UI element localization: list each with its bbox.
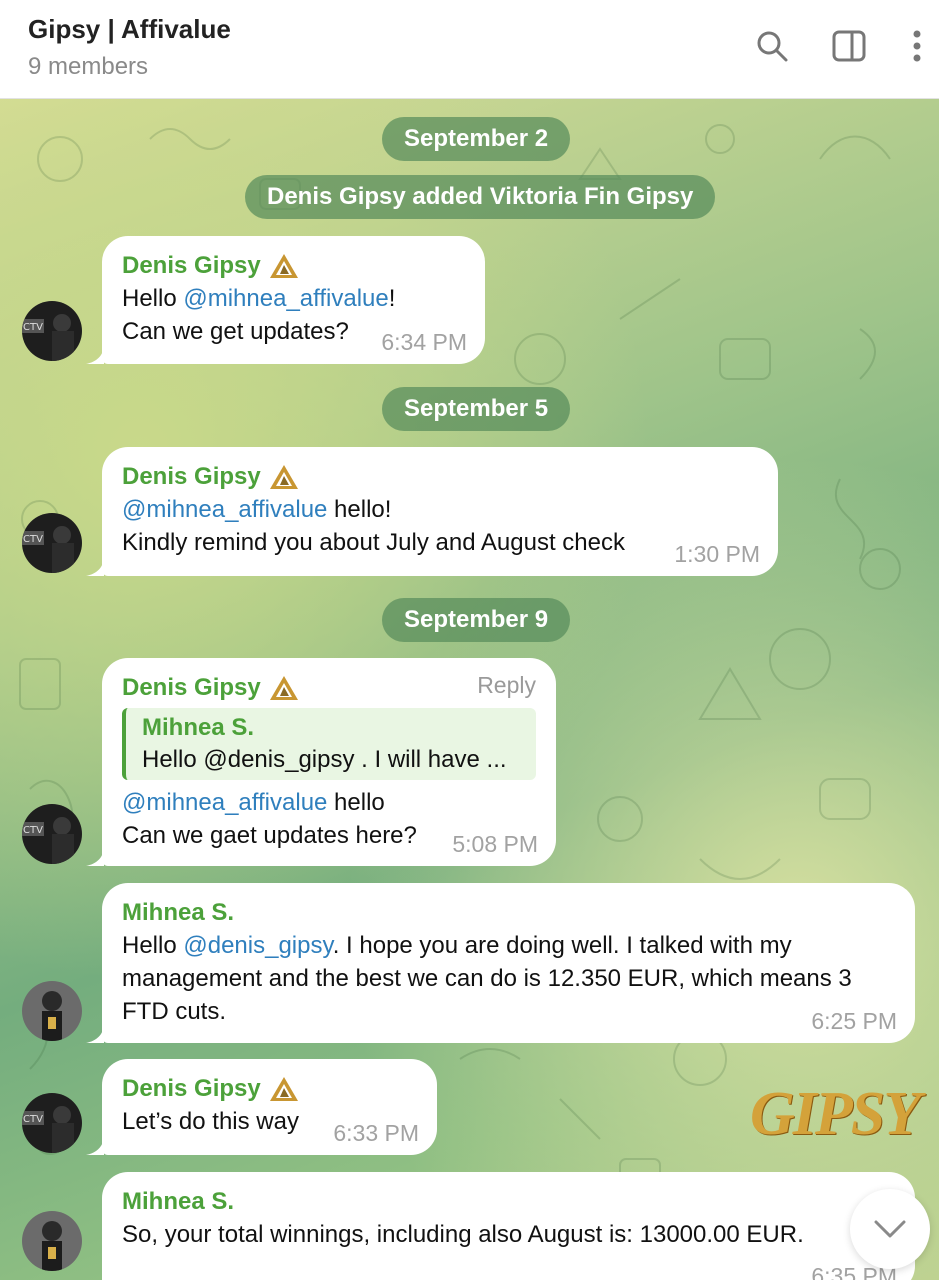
message-text: !: [388, 285, 396, 312]
chevron-down-icon: [874, 1220, 906, 1238]
message-time: 6:25 PM: [811, 1008, 897, 1034]
quoted-text: Hello @denis_gipsy . I will have ...: [142, 746, 507, 773]
avatar[interactable]: CTV: [22, 301, 82, 361]
avatar[interactable]: CTV: [22, 513, 82, 573]
mention-link[interactable]: @mihnea_affivalue: [122, 789, 327, 816]
date-separator: September 9: [382, 598, 571, 642]
message-text: hello: [327, 789, 385, 816]
message-bubble[interactable]: Denis Gipsy @mihnea_affivalue hello! Kin…: [86, 447, 778, 576]
message-bubble[interactable]: Mihnea S. So, your total winnings, inclu…: [102, 1172, 915, 1280]
svg-text:CTV: CTV: [23, 825, 43, 836]
gipsy-watermark-logo: GIPSY: [750, 1080, 921, 1148]
mention-link[interactable]: @mihnea_affivalue: [122, 496, 327, 523]
scroll-to-bottom-button[interactable]: [850, 1189, 930, 1269]
sender-name[interactable]: Denis Gipsy: [122, 461, 261, 493]
message-bubble[interactable]: Denis Gipsy Hello @mihnea_affivalue! Can…: [86, 236, 485, 364]
member-count[interactable]: 9 members: [28, 53, 148, 81]
chat-header: Gipsy | Affivalue 9 members: [0, 0, 939, 99]
mention-link[interactable]: @mihnea_affivalue: [183, 285, 388, 312]
quoted-message[interactable]: Mihnea S. Hello @denis_gipsy . I will ha…: [122, 708, 536, 780]
message-time: 6:34 PM: [381, 329, 467, 355]
svg-text:CTV: CTV: [23, 1114, 43, 1125]
avatar[interactable]: CTV: [22, 1093, 82, 1153]
gipsy-badge-icon: [269, 254, 298, 278]
avatar[interactable]: [22, 1211, 82, 1271]
message-time: 6:33 PM: [333, 1120, 419, 1146]
gipsy-badge-icon: [269, 465, 298, 489]
more-vertical-icon[interactable]: [897, 26, 937, 66]
quoted-sender: Mihnea S.: [142, 714, 255, 741]
message-text: Hello: [122, 932, 184, 959]
message-time: 1:30 PM: [674, 541, 760, 567]
date-separator: September 2: [382, 117, 571, 161]
gipsy-badge-icon: [269, 676, 298, 700]
message-text: management and the best we can do is 12.…: [122, 965, 852, 992]
sidebar-panel-icon[interactable]: [829, 26, 869, 66]
chat-area[interactable]: September 2 Denis Gipsy added Viktoria F…: [0, 99, 939, 1280]
sender-name[interactable]: Denis Gipsy: [122, 250, 261, 282]
message-bubble[interactable]: Mihnea S. Hello @denis_gipsy. I hope you…: [86, 883, 915, 1043]
message-text: So, your total winnings, including also …: [122, 1221, 804, 1248]
svg-text:CTV: CTV: [23, 534, 43, 545]
chat-title[interactable]: Gipsy | Affivalue: [28, 14, 231, 45]
sender-name[interactable]: Mihnea S.: [122, 897, 895, 929]
search-icon[interactable]: [752, 26, 792, 66]
message-text: hello!: [327, 496, 392, 523]
sender-name[interactable]: Denis Gipsy: [122, 1073, 261, 1105]
message-text: Hello: [122, 285, 184, 312]
svg-text:CTV: CTV: [23, 322, 43, 333]
message-bubble[interactable]: Denis Gipsy Reply Mihnea S. Hello @denis…: [86, 658, 556, 866]
message-text: Kindly remind you about July and August …: [122, 529, 625, 556]
mention-link[interactable]: @denis_gipsy: [183, 932, 332, 959]
date-separator: September 5: [382, 387, 571, 431]
message-text: . I hope you are doing well. I talked wi…: [332, 932, 792, 959]
sender-name[interactable]: Denis Gipsy: [122, 672, 261, 704]
message-bubble[interactable]: Denis Gipsy Let’s do this way 6:33 PM: [86, 1059, 437, 1155]
message-time: 5:08 PM: [452, 831, 538, 857]
avatar[interactable]: CTV: [22, 804, 82, 864]
reply-button[interactable]: Reply: [477, 672, 536, 699]
service-message: Denis Gipsy added Viktoria Fin Gipsy: [245, 175, 716, 219]
message-text: FTD cuts.: [122, 998, 227, 1025]
sender-name[interactable]: Mihnea S.: [122, 1186, 895, 1218]
avatar[interactable]: [22, 981, 82, 1041]
gipsy-badge-icon: [269, 1077, 298, 1101]
